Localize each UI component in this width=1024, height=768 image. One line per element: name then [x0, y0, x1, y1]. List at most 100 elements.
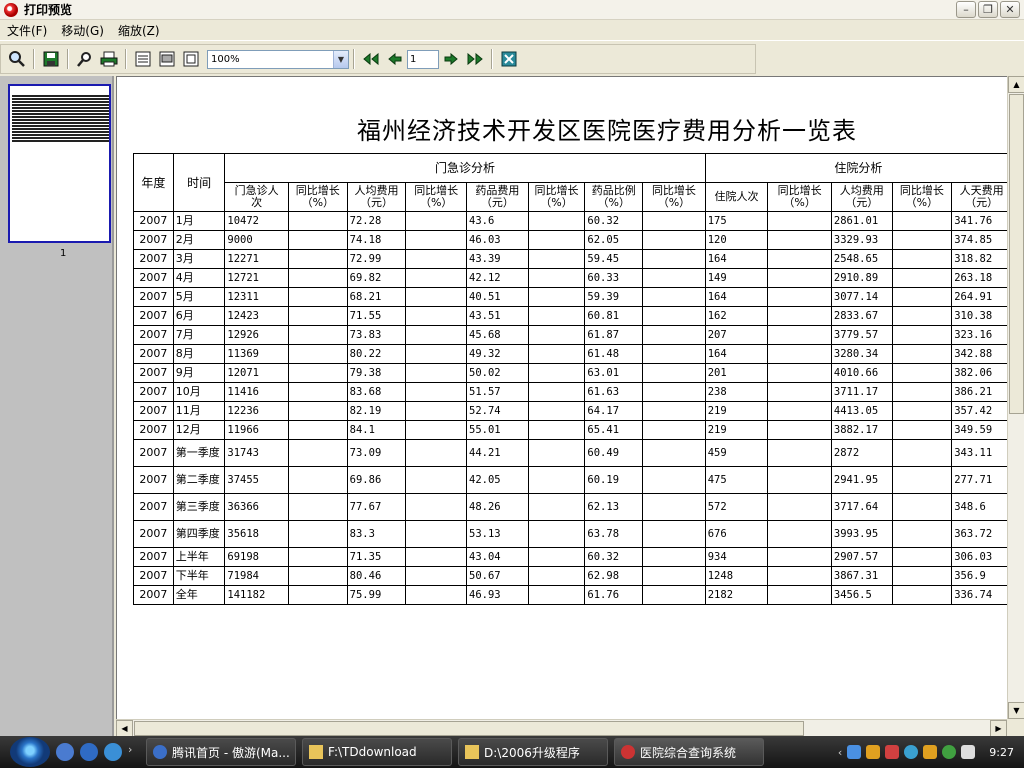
table-cell — [527, 566, 586, 586]
menu-zoom[interactable]: 缩放(Z) — [111, 22, 167, 39]
scroll-down-icon[interactable]: ▼ — [1008, 702, 1024, 719]
print-button[interactable] — [98, 48, 120, 70]
task-folder-upgrade[interactable]: D:\2006升级程序 — [458, 738, 608, 766]
horizontal-scrollbar[interactable]: ◀ ▶ — [116, 719, 1007, 737]
minimize-button[interactable]: – — [956, 1, 976, 18]
menu-move[interactable]: 移动(G) — [54, 22, 111, 39]
save-button[interactable] — [40, 48, 62, 70]
table-cell: 2007 — [133, 363, 174, 383]
menu-file[interactable]: 文件(F) — [0, 22, 54, 39]
find-button[interactable] — [74, 48, 96, 70]
close-preview-button[interactable] — [498, 48, 520, 70]
start-button[interactable] — [10, 737, 50, 767]
table-cell — [642, 268, 706, 288]
table-cell: 55.01 — [466, 420, 529, 440]
table-cell: 62.98 — [584, 566, 644, 586]
table-cell: 3456.5 — [830, 585, 893, 605]
table-cell: 3779.57 — [830, 325, 893, 345]
tray-app3-icon[interactable] — [942, 745, 957, 759]
task-folder-upgrade-label: D:\2006升级程序 — [484, 745, 580, 760]
scroll-left-icon[interactable]: ◀ — [116, 720, 133, 737]
table-cell: 2007 — [133, 325, 174, 345]
page-thumbnail[interactable] — [8, 84, 111, 243]
table-cell: 60.19 — [584, 466, 644, 494]
table-cell: 43.51 — [466, 306, 529, 326]
table-row: 2007 第二季度 37455 69.86 42.05 60.19 475 2941.95 27… — [133, 466, 1007, 494]
table-cell — [287, 439, 348, 467]
table-cell: 2007 — [133, 566, 174, 586]
table-cell — [527, 547, 586, 567]
table-cell — [642, 585, 706, 605]
table-cell: 7月 — [172, 325, 226, 345]
column-header-line2: （%） — [905, 196, 939, 209]
table-cell: 207 — [704, 325, 769, 345]
table-cell: 12721 — [224, 268, 289, 288]
table-cell — [767, 344, 832, 364]
column-header: 药品比例 （%） — [584, 182, 644, 212]
table-cell: 44.21 — [466, 439, 529, 467]
table-cell — [891, 585, 953, 605]
table-cell: 676 — [704, 520, 769, 548]
table-cell — [527, 401, 586, 421]
qq-icon[interactable] — [866, 745, 881, 759]
table-cell: 12071 — [224, 363, 289, 383]
previous-page-button[interactable] — [384, 48, 406, 70]
table-cell: 2861.01 — [830, 211, 893, 231]
quick-launch-overflow-icon[interactable]: › — [128, 743, 140, 761]
table-cell: 12月 — [172, 420, 226, 440]
table-cell: 164 — [704, 249, 769, 269]
table-cell: 459 — [704, 439, 769, 467]
table-cell — [767, 325, 832, 345]
table-row: 2007 5月 12311 68.21 40.51 59.39 164 3077.14 264.… — [133, 287, 1007, 307]
table-cell: 37455 — [224, 466, 289, 494]
table-cell: 475 — [704, 466, 769, 494]
vertical-scrollbar[interactable]: ▲ ▼ — [1007, 76, 1024, 719]
maximize-button[interactable]: ❐ — [978, 1, 998, 18]
table-cell: 46.93 — [466, 585, 529, 605]
header-year: 年度 — [133, 153, 174, 212]
zoom-magnifier-button[interactable] — [6, 48, 28, 70]
table-cell: 342.88 — [951, 344, 1007, 364]
task-browser[interactable]: 腾讯首页 - 傲游(Ma... — [146, 738, 296, 766]
task-hospital-query[interactable]: 医院综合查询系统 — [614, 738, 764, 766]
table-cell: 62.13 — [584, 493, 644, 521]
chevron-down-icon[interactable]: ▼ — [333, 50, 348, 68]
column-header: 人均费用 （元） — [830, 182, 893, 212]
quick-launch-browser-icon[interactable] — [56, 743, 74, 761]
quick-launch-ie-icon[interactable] — [80, 743, 98, 761]
one-page-button[interactable] — [132, 48, 154, 70]
table-cell: 2833.67 — [830, 306, 893, 326]
scroll-right-icon[interactable]: ▶ — [990, 720, 1007, 737]
table-cell: 2941.95 — [830, 466, 893, 494]
network-icon[interactable] — [847, 745, 862, 759]
close-button[interactable]: ✕ — [1000, 1, 1020, 18]
table-cell: 2872 — [830, 439, 893, 467]
last-page-button[interactable] — [464, 48, 486, 70]
page-number-input[interactable]: 1 — [407, 49, 439, 69]
table-cell: 2007 — [133, 344, 174, 364]
table-cell — [767, 211, 832, 231]
scroll-up-icon[interactable]: ▲ — [1008, 76, 1024, 93]
tray-app2-icon[interactable] — [904, 745, 919, 759]
table-cell: 第三季度 — [172, 493, 226, 521]
tray-expand-icon[interactable]: ‹ — [838, 746, 842, 759]
table-cell: 2007 — [133, 547, 174, 567]
tray-app-icon[interactable] — [885, 745, 900, 759]
quick-launch-ie2-icon[interactable] — [104, 743, 122, 761]
zoom-select[interactable]: 100% ▼ — [207, 49, 349, 69]
volume-icon[interactable] — [961, 745, 976, 759]
table-cell — [642, 230, 706, 250]
next-page-button[interactable] — [440, 48, 462, 70]
page-width-button[interactable] — [156, 48, 178, 70]
table-cell — [405, 363, 468, 383]
full-page-button[interactable] — [180, 48, 202, 70]
qq2-icon[interactable] — [923, 745, 938, 759]
vertical-scroll-thumb[interactable] — [1009, 94, 1024, 414]
task-folder-tddownload[interactable]: F:\TDdownload — [302, 738, 452, 766]
table-cell — [527, 493, 586, 521]
toolbar-separator — [33, 49, 35, 69]
horizontal-scroll-thumb[interactable] — [134, 721, 804, 736]
table-cell — [527, 420, 586, 440]
first-page-button[interactable] — [360, 48, 382, 70]
save-icon — [43, 51, 59, 67]
